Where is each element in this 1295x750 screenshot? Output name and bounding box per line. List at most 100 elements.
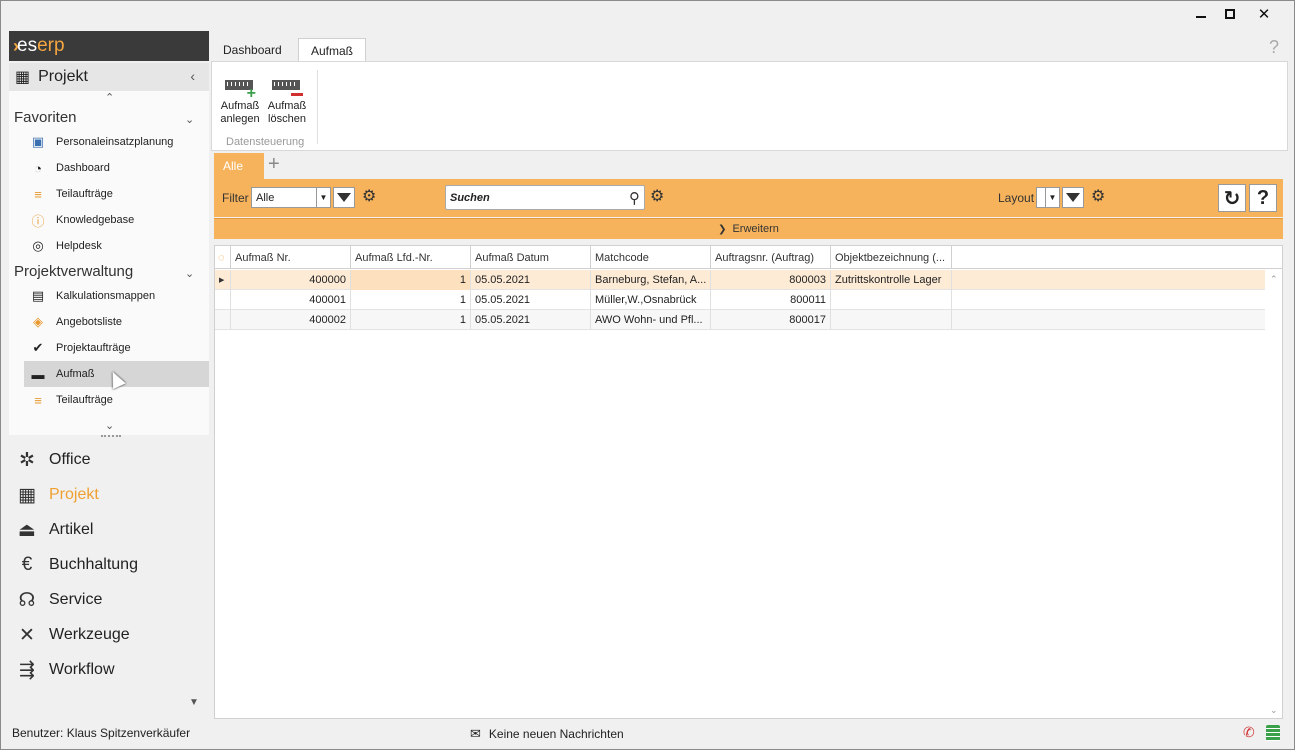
module-label: Projekt	[49, 486, 99, 503]
vertical-scrollbar[interactable]: ⌃ ⌄	[1267, 270, 1283, 718]
dropdown-arrow-icon: ▼	[316, 188, 330, 207]
cell-objekt[interactable]	[831, 290, 952, 310]
cell-auftragsnr[interactable]: 800017	[711, 310, 831, 330]
aufmass-anlegen-button[interactable]: + Aufmaß anlegen	[218, 74, 262, 126]
layout-select[interactable]: ▼	[1036, 187, 1060, 208]
scroll-down-icon[interactable]: ⌄	[1270, 705, 1278, 716]
nav-item-knowledgebase[interactable]: ⓘ Knowledgebase	[24, 207, 209, 233]
view-tab-alle[interactable]: Alle	[214, 153, 264, 179]
nav-item-angebotsliste[interactable]: ◈ Angebotsliste	[24, 309, 209, 335]
module-werkzeuge[interactable]: ✕ Werkzeuge	[9, 618, 209, 652]
euro-icon: €	[21, 554, 33, 575]
collapse-sidebar-icon[interactable]: ‹	[190, 68, 195, 84]
scroll-up-icon[interactable]: ⌃	[105, 91, 114, 104]
scroll-up-icon[interactable]: ⌃	[1270, 274, 1278, 285]
cell-lfd-nr[interactable]: 1	[351, 290, 471, 310]
siren-icon: ⏏	[18, 519, 36, 541]
cell-datum[interactable]: 05.05.2021	[471, 290, 591, 310]
row-indicator	[215, 290, 231, 310]
layout-settings-gear-icon[interactable]: ⚙	[1091, 188, 1105, 206]
nav-item-dashboard[interactable]: ◔ Dashboard	[24, 155, 209, 181]
chevron-down-icon[interactable]: ⌄	[185, 267, 194, 280]
help-icon[interactable]: ?	[1269, 37, 1279, 58]
cell-datum[interactable]: 05.05.2021	[471, 270, 591, 290]
column-header[interactable]: Aufmaß Nr.	[231, 246, 351, 269]
layout-funnel-button[interactable]	[1062, 187, 1084, 208]
column-header[interactable]: Aufmaß Lfd.-Nr.	[351, 246, 471, 269]
logo-text: eserp	[17, 35, 65, 57]
module-office[interactable]: ✲ Office	[9, 443, 209, 477]
cell-lfd-nr[interactable]: 1	[351, 270, 471, 290]
search-settings-gear-icon[interactable]: ⚙	[650, 188, 664, 206]
status-messages[interactable]: ✉ Keine neuen Nachrichten	[470, 726, 624, 742]
splitter-handle[interactable]	[101, 435, 121, 439]
table-row[interactable]: 400001 1 05.05.2021 Müller,W.,Osnabrück …	[215, 290, 1265, 310]
gauge-icon: ◔	[34, 160, 42, 176]
nav-header[interactable]: ▦ Projekt ‹	[9, 63, 209, 91]
funnel-icon	[337, 193, 351, 202]
more-modules-icon[interactable]: ▼	[189, 697, 199, 708]
cell-matchcode[interactable]: Müller,W.,Osnabrück	[591, 290, 711, 310]
section-favoriten[interactable]: Favoriten	[14, 109, 77, 126]
row-indicator-header[interactable]: ◌	[215, 246, 231, 269]
search-icon[interactable]: ⚲	[629, 189, 640, 207]
cell-auftragsnr[interactable]: 800003	[711, 270, 831, 290]
nav-item-projektauftraege[interactable]: ✔ Projektaufträge	[24, 335, 209, 361]
module-workflow[interactable]: ⇶ Workflow	[9, 653, 209, 687]
close-button[interactable]: ✕	[1247, 3, 1281, 25]
add-measurement-icon: +	[224, 74, 256, 102]
database-icon[interactable]	[1266, 725, 1280, 741]
scroll-down-icon[interactable]: ⌄	[105, 419, 114, 432]
aufmass-loeschen-button[interactable]: Aufmaß löschen	[265, 74, 309, 126]
refresh-button[interactable]: ↻	[1218, 184, 1246, 212]
nav-item-teilauftraege-2[interactable]: ≡ Teilaufträge	[24, 387, 209, 413]
cell-lfd-nr[interactable]: 1	[351, 310, 471, 330]
tab-dashboard[interactable]: Dashboard	[211, 38, 294, 62]
module-artikel[interactable]: ⏏ Artikel	[9, 513, 209, 547]
cell-objekt[interactable]: Zutrittskontrolle Lager	[831, 270, 952, 290]
module-service[interactable]: ☊ Service	[9, 583, 209, 617]
cell-objekt[interactable]	[831, 310, 952, 330]
nav-item-label: Knowledgebase	[56, 214, 135, 226]
filter-select[interactable]: Alle ▼	[251, 187, 331, 208]
nav-panel: ⌃ Favoriten ⌄ ▣ Personaleinsatzplanung ◔…	[9, 91, 209, 435]
module-buchhaltung[interactable]: € Buchhaltung	[9, 548, 209, 582]
column-header[interactable]: Matchcode	[591, 246, 711, 269]
filter-funnel-button[interactable]	[333, 187, 355, 208]
status-user: Benutzer: Klaus Spitzenverkäufer	[12, 726, 191, 740]
search-input[interactable]: Suchen ⚲	[445, 185, 645, 210]
module-projekt[interactable]: ▦ Projekt	[9, 478, 209, 512]
row-indicator-icon: ▶	[215, 270, 231, 290]
filter-settings-gear-icon[interactable]: ⚙	[362, 188, 376, 206]
ruler-icon: ▬	[31, 366, 45, 382]
nav-item-personaleinsatzplanung[interactable]: ▣ Personaleinsatzplanung	[24, 129, 209, 155]
chevron-down-icon[interactable]: ⌄	[185, 113, 194, 126]
nav-item-helpdesk[interactable]: ◎ Helpdesk	[24, 233, 209, 259]
table-row[interactable]: ▶ 400000 1 05.05.2021 Barneburg, Stefan,…	[215, 270, 1265, 290]
module-label: Office	[49, 451, 91, 468]
expand-bar[interactable]: ❯ Erweitern	[214, 218, 1283, 239]
maximize-button[interactable]	[1213, 3, 1247, 25]
nav-item-kalkulationsmappen[interactable]: ▤ Kalkulationsmappen	[24, 283, 209, 309]
column-header[interactable]: Objektbezeichnung (...	[831, 246, 952, 269]
status-bar: Benutzer: Klaus Spitzenverkäufer ✉ Keine…	[1, 720, 1294, 749]
column-header[interactable]: Auftragsnr. (Auftrag)	[711, 246, 831, 269]
table-row[interactable]: 400002 1 05.05.2021 AWO Wohn- und Pfl...…	[215, 310, 1265, 330]
cell-datum[interactable]: 05.05.2021	[471, 310, 591, 330]
module-label: Werkzeuge	[49, 626, 130, 643]
cell-aufmass-nr[interactable]: 400000	[231, 270, 351, 290]
nav-item-teilauftraege[interactable]: ≡ Teilaufträge	[24, 181, 209, 207]
phone-icon[interactable]: ✆	[1243, 724, 1255, 741]
cell-matchcode[interactable]: AWO Wohn- und Pfl...	[591, 310, 711, 330]
tab-aufmass[interactable]: Aufmaß	[298, 38, 367, 62]
cell-aufmass-nr[interactable]: 400002	[231, 310, 351, 330]
filter-bar: Filter Alle ▼ ⚙ Suchen ⚲ ⚙ Layout ▼ ⚙ ↻ …	[214, 179, 1283, 217]
add-view-icon[interactable]: +	[268, 153, 280, 176]
module-label: Buchhaltung	[49, 556, 138, 573]
cell-aufmass-nr[interactable]: 400001	[231, 290, 351, 310]
column-header[interactable]: Aufmaß Datum	[471, 246, 591, 269]
cell-auftragsnr[interactable]: 800011	[711, 290, 831, 310]
cell-matchcode[interactable]: Barneburg, Stefan, A...	[591, 270, 711, 290]
section-projektverwaltung[interactable]: Projektverwaltung	[14, 263, 133, 280]
help-button[interactable]: ?	[1249, 184, 1277, 212]
